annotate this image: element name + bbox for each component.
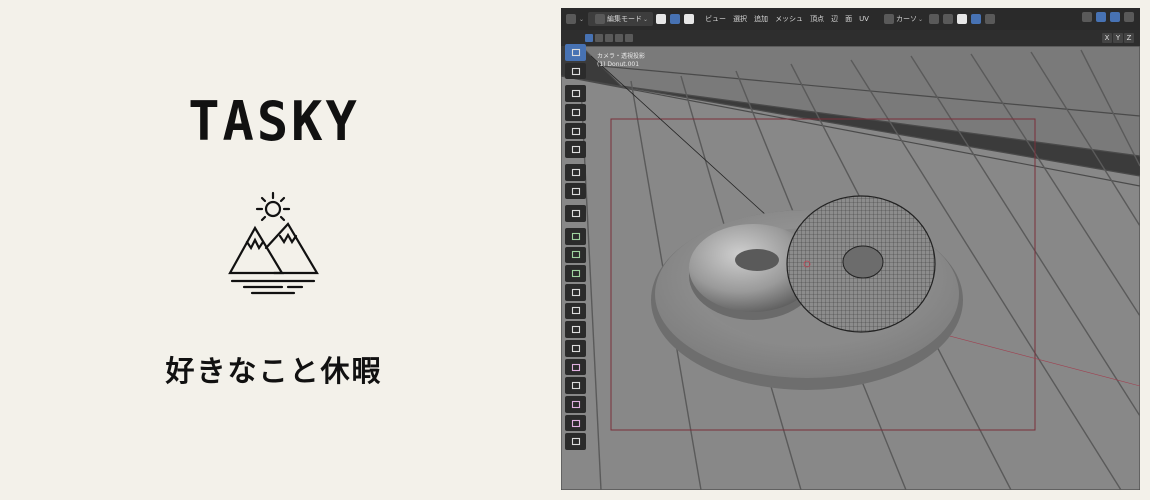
select-subtract-icon[interactable] [605,34,613,42]
face-select-icon[interactable] [684,14,695,24]
sun-mountains-icon [228,191,319,295]
camera-view-label: カメラ・透視投影 [597,53,646,60]
gizmo-icon[interactable] [1096,12,1106,22]
menu-mesh[interactable]: メッシュ [772,12,806,26]
mirror-axes: X Y Z [1101,33,1134,43]
edge-slide-icon [571,382,580,390]
edge-slide-tool[interactable] [565,377,586,395]
annotate-tool[interactable] [565,163,586,181]
select-intersect-icon[interactable] [625,34,633,42]
add-cube-icon [571,210,580,218]
scale-icon [571,127,580,135]
3d-viewport[interactable]: カメラ・透視投影 (1) Donut.001 [561,46,1140,490]
spin-icon [571,344,580,352]
select-extend-icon[interactable] [595,34,603,42]
inset-icon [571,251,580,259]
overlay-icon[interactable] [1110,12,1120,22]
cursor-icon [571,48,580,56]
inset-tool[interactable] [565,246,586,264]
move-arrows-icon [571,90,580,98]
active-object-label: (1) Donut.001 [597,61,640,68]
menu-view[interactable]: ビュー [702,12,729,26]
transform-tool[interactable] [565,141,586,159]
pencil-icon [571,168,580,176]
snap-target-icon[interactable] [957,14,968,24]
shear-icon [571,419,580,427]
menu-uv[interactable]: UV [856,12,872,26]
rotate-icon [571,108,580,116]
mode-select[interactable]: 編集モード ⌄ [588,12,654,26]
smooth-tool[interactable] [565,358,586,376]
chevron-down-icon: ⌄ [579,15,585,23]
viewport-header: ⌄ 編集モード ⌄ ビュー 選択 追加 メッシュ 頂点 辺 面 UV カーソ ⌄ [561,8,1140,30]
menu-vertex[interactable]: 頂点 [807,12,827,26]
bevel-tool[interactable] [565,265,586,282]
snap-icon[interactable] [943,14,954,24]
select-invert-icon[interactable] [615,34,623,42]
shear-tool[interactable] [565,414,586,432]
editor-type-icon [566,14,576,24]
shrink-fatten-tool[interactable] [565,396,586,413]
menu-add[interactable]: 追加 [751,12,771,26]
poly-build-tool[interactable] [565,321,586,338]
transform-orientation-select[interactable]: カーソ ⌄ [879,12,926,26]
brand-title: TASKY [188,90,360,154]
shrink-fatten-icon [571,400,580,408]
crosshair-icon [571,67,580,75]
loop-cut-tool[interactable] [565,283,586,301]
orientation-icon [883,14,894,24]
loop-cut-icon [571,288,580,296]
transform-orientation-label: カーソ [895,15,917,23]
extrude-icon [571,232,580,240]
mirror-axis-x[interactable]: X [1102,33,1112,43]
brand-tagline: 好きなこと休暇 [165,354,383,388]
measure-tool[interactable] [565,182,586,200]
bevel-icon [571,270,580,278]
rip-icon [571,438,580,446]
cursor-tool[interactable] [565,62,586,80]
ruler-icon [571,187,580,195]
falloff-icon[interactable] [985,14,996,24]
viewport-shading-controls [1080,12,1136,22]
select-tool[interactable] [565,44,586,61]
poly-build-icon [571,326,580,334]
scale-tool[interactable] [565,122,586,140]
knife-tool[interactable] [565,302,586,320]
transform-icon [571,146,580,154]
edge-select-icon[interactable] [670,14,681,24]
mirror-axis-z[interactable]: Z [1124,33,1134,43]
mode-label: 編集モード [607,15,643,23]
mirror-axis-y[interactable]: Y [1113,33,1123,43]
chevron-down-icon: ⌄ [917,15,924,23]
visibility-icon[interactable] [1082,12,1092,22]
tool-settings-bar: X Y Z [561,30,1140,46]
menu-face[interactable]: 面 [842,12,855,26]
rip-tool[interactable] [565,433,586,451]
select-new-icon[interactable] [585,34,593,42]
add-cube-tool[interactable] [565,205,586,222]
tool-shelf [564,44,587,452]
extrude-tool[interactable] [565,227,586,245]
menu-edge[interactable]: 辺 [828,12,841,26]
chevron-down-icon: ⌄ [643,15,649,23]
edit-mode-icon [595,14,606,24]
vertex-select-icon[interactable] [656,14,667,24]
spin-tool[interactable] [565,340,586,357]
blender-window: ⌄ 編集モード ⌄ ビュー 選択 追加 メッシュ 頂点 辺 面 UV カーソ ⌄ [561,8,1140,490]
menu-select[interactable]: 選択 [730,12,750,26]
proportional-edit-icon[interactable] [971,14,982,24]
knife-icon [571,307,580,315]
viewport-scene [561,46,1140,490]
rotate-tool[interactable] [565,103,586,121]
move-tool[interactable] [565,85,586,102]
smooth-icon [571,363,580,371]
editor-type-button[interactable]: ⌄ [561,12,587,26]
pivot-point-icon[interactable] [929,14,940,24]
xray-icon[interactable] [1124,12,1134,22]
brand-panel: TASKY 好きなこと休暇 [0,0,560,500]
